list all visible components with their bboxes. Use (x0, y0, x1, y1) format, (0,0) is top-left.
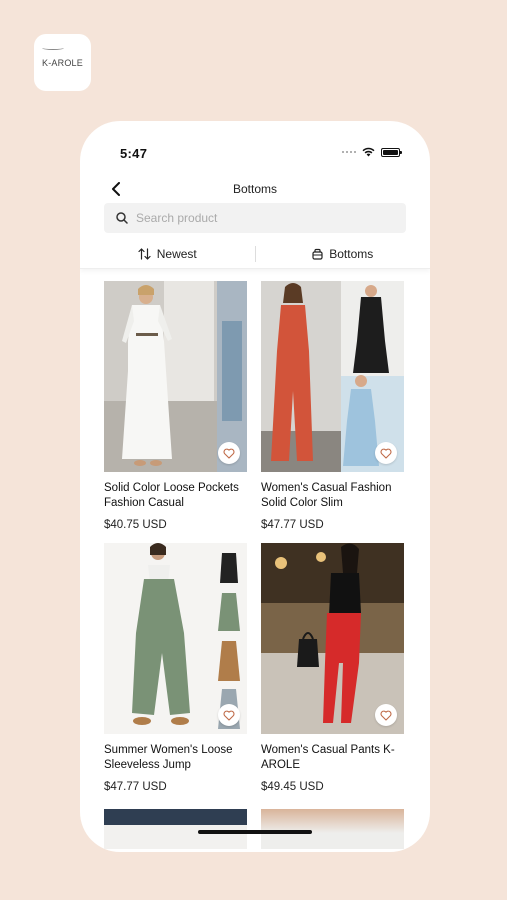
wifi-icon (362, 147, 375, 157)
sort-arrows-icon (138, 247, 151, 260)
sort-label: Newest (156, 246, 197, 261)
favorite-button[interactable] (218, 442, 240, 464)
status-bar: 5:47 (80, 121, 430, 181)
heart-icon (380, 448, 392, 459)
product-title: Summer Women's Loose Sleeveless Jump (104, 744, 233, 771)
search-bar[interactable] (104, 203, 406, 233)
home-indicator[interactable] (198, 830, 312, 834)
search-input[interactable] (136, 211, 396, 225)
logo-text: K-AROLE (42, 57, 83, 68)
product-price: $49.45 USD (261, 781, 324, 793)
favorite-button[interactable] (218, 704, 240, 726)
product-grid: Solid Color Loose Pockets Fashion Casual… (104, 281, 406, 793)
status-icons (342, 147, 402, 157)
product-image (261, 543, 404, 734)
heart-icon (223, 448, 235, 459)
category-button[interactable]: Bottoms (256, 239, 431, 268)
product-card[interactable]: Summer Women's Loose Sleeveless Jump $47… (104, 543, 247, 793)
product-image (104, 543, 247, 734)
product-title: Solid Color Loose Pockets Fashion Casual (104, 482, 239, 509)
search-icon (116, 212, 128, 224)
product-price: $40.75 USD (104, 519, 167, 531)
product-price: $47.77 USD (104, 781, 167, 793)
page-title: Bottoms (232, 182, 277, 196)
heart-icon (380, 710, 392, 721)
product-card[interactable]: Women's Casual Fashion Solid Color Slim … (261, 281, 404, 531)
phone-frame: 5:47 Bottoms Search product Newest Botto… (80, 121, 430, 852)
product-image (261, 281, 404, 472)
favorite-button[interactable] (375, 442, 397, 464)
filter-bar: Newest Bottoms (80, 239, 430, 269)
logo-swoosh (42, 46, 64, 50)
battery-icon (381, 147, 402, 157)
category-icon (312, 248, 323, 260)
nav-header: Bottoms (80, 177, 430, 201)
product-image[interactable] (104, 809, 247, 849)
product-title: Women's Casual Fashion Solid Color Slim (261, 482, 392, 509)
product-price: $47.77 USD (261, 519, 324, 531)
heart-icon (223, 710, 235, 721)
status-time: 5:47 (120, 146, 148, 161)
product-image[interactable] (261, 809, 404, 849)
favorite-button[interactable] (375, 704, 397, 726)
signal-icon (342, 151, 356, 153)
app-logo: K-AROLE (34, 34, 91, 91)
sort-button[interactable]: Newest (80, 239, 255, 268)
product-card[interactable]: Solid Color Loose Pockets Fashion Casual… (104, 281, 247, 531)
product-title: Women's Casual Pants K-AROLE (261, 744, 395, 771)
product-card[interactable]: Women's Casual Pants K-AROLE $49.45 USD (261, 543, 404, 793)
category-label: Bottoms (329, 246, 374, 261)
product-image (104, 281, 247, 472)
partial-product-row (104, 809, 406, 849)
